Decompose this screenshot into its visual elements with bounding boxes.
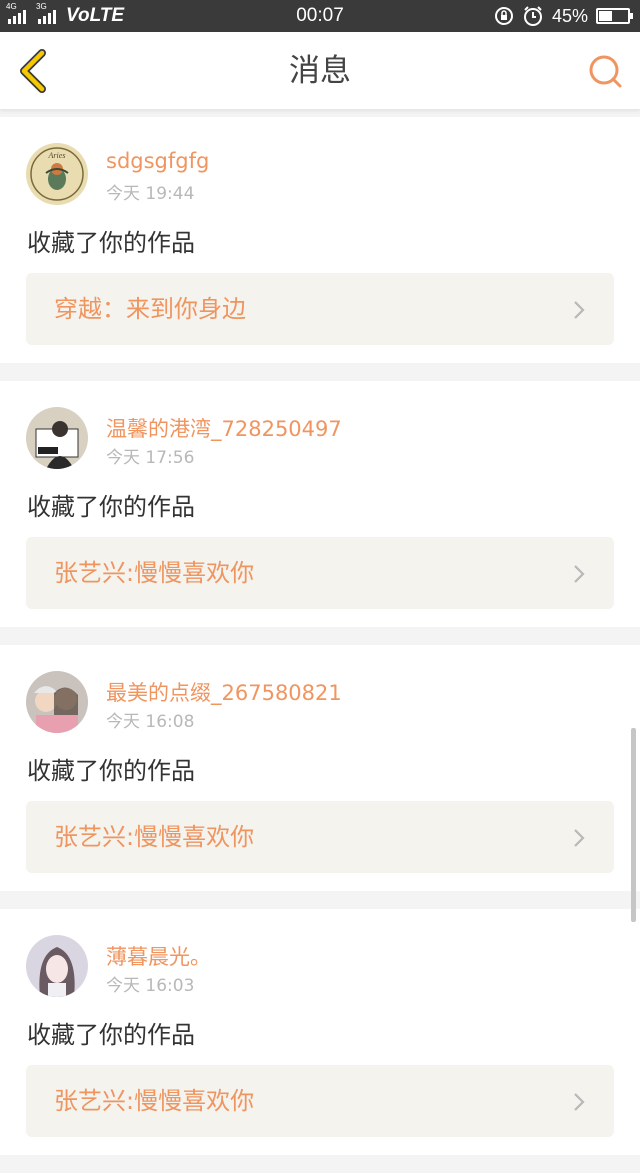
chevron-right-icon — [574, 829, 585, 847]
username[interactable]: 最美的点缀_267580821 — [106, 677, 342, 707]
timestamp: 今天 17:56 — [106, 448, 195, 468]
avatar[interactable]: Aries — [26, 143, 88, 205]
message-card: 薄暮晨光。 今天 16:03 收藏了你的作品 张艺兴:慢慢喜欢你 — [0, 909, 640, 1155]
work-title: 张艺兴:慢慢喜欢你 — [54, 1087, 255, 1115]
chevron-right-icon — [574, 1093, 585, 1111]
work-title: 张艺兴:慢慢喜欢你 — [54, 823, 255, 851]
alarm-icon — [523, 6, 542, 26]
status-bar: 4G 3G VoLTE 00:07 45% — [0, 0, 640, 32]
timestamp: 今天 16:08 — [106, 712, 195, 732]
action-text: 收藏了你的作品 — [27, 1021, 195, 1049]
action-text: 收藏了你的作品 — [27, 757, 195, 785]
username[interactable]: sdgsgfgfg — [106, 149, 209, 173]
page-title: 消息 — [289, 53, 351, 89]
work-title: 张艺兴:慢慢喜欢你 — [54, 559, 255, 587]
chevron-right-icon — [574, 565, 585, 583]
avatar[interactable] — [26, 407, 88, 469]
work-link[interactable]: 张艺兴:慢慢喜欢你 — [26, 1065, 614, 1137]
svg-text:Aries: Aries — [48, 151, 66, 160]
battery-icon — [596, 8, 633, 24]
username[interactable]: 薄暮晨光。 — [106, 941, 211, 971]
message-list: Aries sdgsgfgfg 今天 19:44 收藏了你的作品 穿越：来到你身… — [0, 117, 640, 1173]
work-link[interactable]: 张艺兴:慢慢喜欢你 — [26, 537, 614, 609]
rotation-lock-icon — [494, 7, 513, 25]
message-card: 最美的点缀_267580821 今天 16:08 收藏了你的作品 张艺兴:慢慢喜… — [0, 645, 640, 891]
timestamp: 今天 16:03 — [106, 976, 195, 996]
message-card: 温馨的港湾_728250497 今天 17:56 收藏了你的作品 张艺兴:慢慢喜… — [0, 381, 640, 627]
search-button[interactable] — [586, 52, 626, 92]
nav-bar: 消息 — [0, 32, 640, 110]
avatar[interactable] — [26, 671, 88, 733]
scrollbar[interactable] — [631, 728, 636, 922]
action-text: 收藏了你的作品 — [27, 229, 195, 257]
chevron-right-icon — [574, 301, 585, 319]
action-text: 收藏了你的作品 — [27, 493, 195, 521]
message-card: Aries sdgsgfgfg 今天 19:44 收藏了你的作品 穿越：来到你身… — [0, 117, 640, 363]
work-link[interactable]: 穿越：来到你身边 — [26, 273, 614, 345]
battery-percent: 45% — [551, 5, 588, 26]
avatar[interactable] — [26, 935, 88, 997]
work-link[interactable]: 张艺兴:慢慢喜欢你 — [26, 801, 614, 873]
work-title: 穿越：来到你身边 — [54, 295, 246, 323]
timestamp: 今天 19:44 — [106, 184, 195, 204]
username[interactable]: 温馨的港湾_728250497 — [106, 413, 342, 443]
status-right: 45% — [494, 0, 633, 32]
